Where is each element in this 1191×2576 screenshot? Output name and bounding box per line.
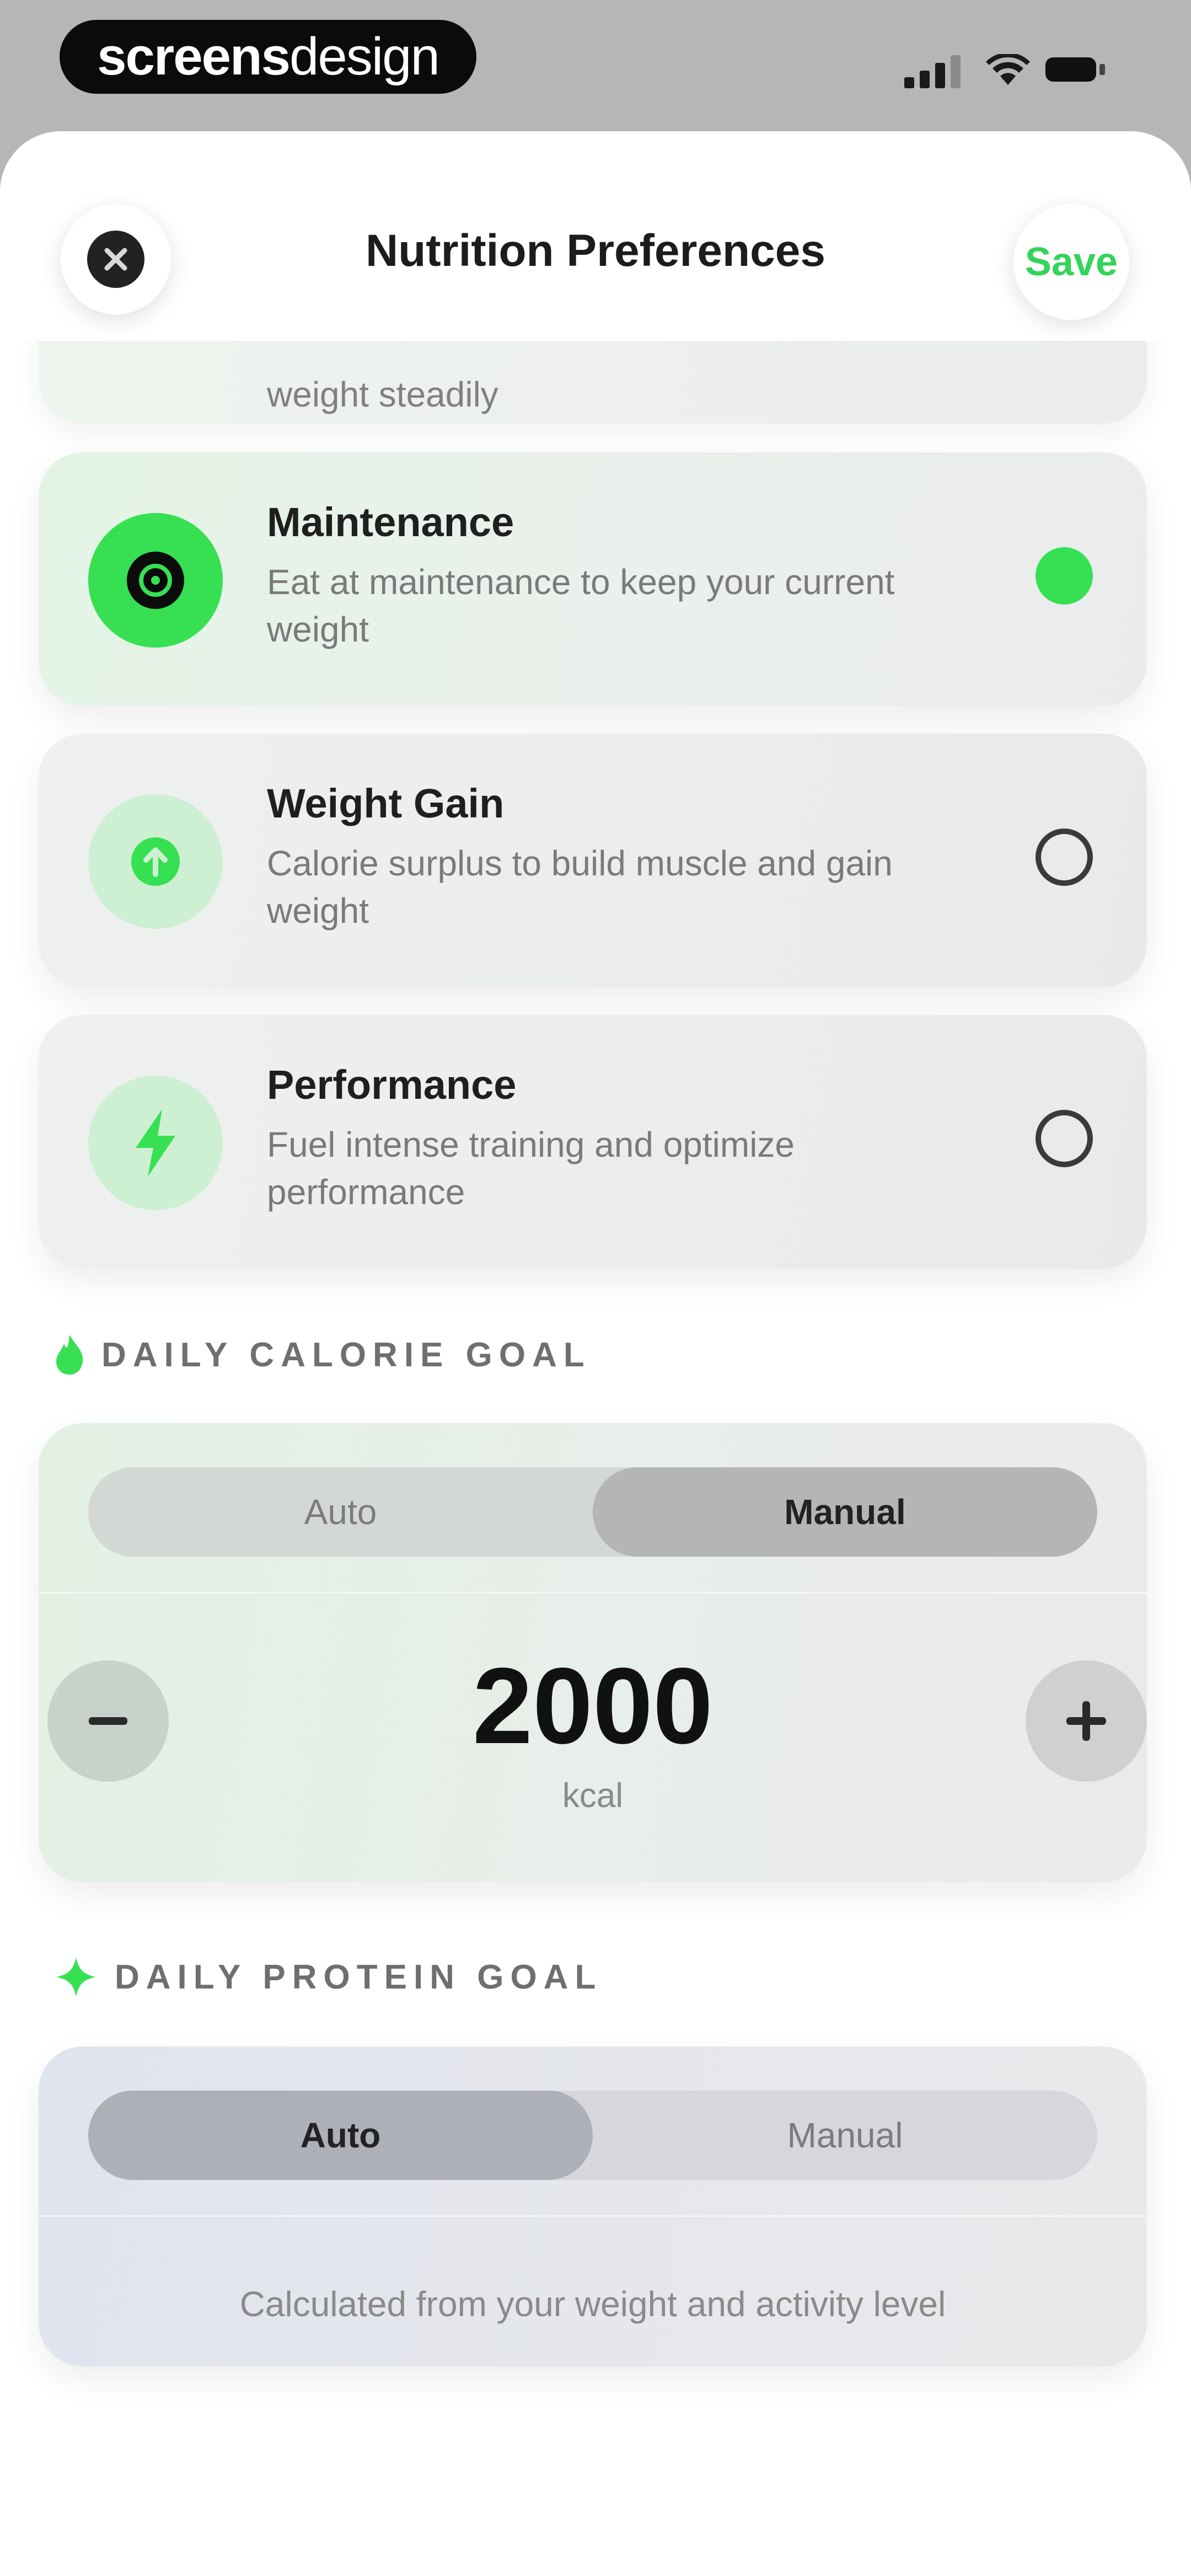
save-button[interactable]: Save xyxy=(1013,204,1129,320)
divider xyxy=(39,1592,1147,1594)
protein-mode-toggle: Auto Manual xyxy=(88,2091,1097,2180)
cellular-signal-icon xyxy=(904,55,965,88)
nav-bar: Nutrition Preferences Save xyxy=(0,131,1191,341)
calorie-value: 2000 xyxy=(472,1645,713,1766)
divider xyxy=(39,2215,1147,2217)
calorie-unit: kcal xyxy=(562,1777,624,1815)
goal-option-title: Weight Gain xyxy=(267,781,505,826)
battery-tip-icon xyxy=(1099,64,1105,75)
protein-mode-manual[interactable]: Manual xyxy=(593,2091,1097,2180)
page-title: Nutrition Preferences xyxy=(366,226,825,276)
battery-icon xyxy=(1045,57,1096,82)
goal-option-performance[interactable]: Performance Fuel intense training and op… xyxy=(39,1015,1147,1269)
calorie-mode-manual[interactable]: Manual xyxy=(593,1467,1097,1557)
arrow-up-icon xyxy=(88,794,223,929)
calorie-mode-auto[interactable]: Auto xyxy=(88,1467,593,1557)
goal-option-description: Fuel intense training and optimize perfo… xyxy=(267,1125,795,1212)
flame-icon xyxy=(56,1335,83,1375)
goal-option-maintenance[interactable]: Maintenance Eat at maintenance to keep y… xyxy=(39,452,1147,706)
goal-option-weight-gain[interactable]: Weight Gain Calorie surplus to build mus… xyxy=(39,734,1147,987)
increase-calories-button[interactable] xyxy=(1026,1660,1147,1782)
wifi-icon xyxy=(986,54,1030,85)
calorie-goal-header: DAILY CALORIE GOAL xyxy=(54,1333,591,1377)
radio-unselected[interactable] xyxy=(1036,1110,1093,1167)
close-button[interactable] xyxy=(61,204,171,314)
status-bar: screens design xyxy=(0,0,1191,132)
calorie-goal-panel: Auto Manual 2000 kcal xyxy=(39,1423,1147,1882)
radio-unselected[interactable] xyxy=(1036,829,1093,886)
radio-selected[interactable] xyxy=(1036,547,1093,605)
brand-badge: screens design xyxy=(60,20,476,94)
target-icon xyxy=(88,513,223,648)
plus-icon xyxy=(1066,1701,1106,1741)
brand-text-bold: screens xyxy=(97,27,291,86)
protein-mode-auto[interactable]: Auto xyxy=(88,2091,593,2180)
goal-option-description: Calorie surplus to build muscle and gain… xyxy=(267,843,893,931)
section-label: DAILY CALORIE GOAL xyxy=(101,1335,591,1374)
calorie-mode-toggle: Auto Manual xyxy=(88,1467,1097,1557)
protein-icon xyxy=(56,1957,96,1997)
status-icons xyxy=(893,50,1125,88)
section-label: DAILY PROTEIN GOAL xyxy=(115,1958,603,1996)
protein-goal-panel: Auto Manual Calculated from your weight … xyxy=(39,2046,1147,2366)
goal-option-description: Eat at maintenance to keep your current … xyxy=(267,562,895,649)
app-screen: screens design Nutrition Preferences Sav… xyxy=(0,0,1191,2576)
goal-option-description: weight steadily xyxy=(267,375,498,414)
protein-auto-note: Calculated from your weight and activity… xyxy=(239,2284,946,2324)
close-icon xyxy=(87,231,144,288)
brand-text-light: design xyxy=(289,27,440,86)
preferences-sheet: Nutrition Preferences Save weight steadi… xyxy=(0,131,1191,2576)
goal-option-title: Performance xyxy=(267,1062,517,1108)
goal-option-title: Maintenance xyxy=(267,499,514,545)
lightning-icon xyxy=(88,1076,223,1210)
protein-goal-header: DAILY PROTEIN GOAL xyxy=(54,1955,602,1999)
